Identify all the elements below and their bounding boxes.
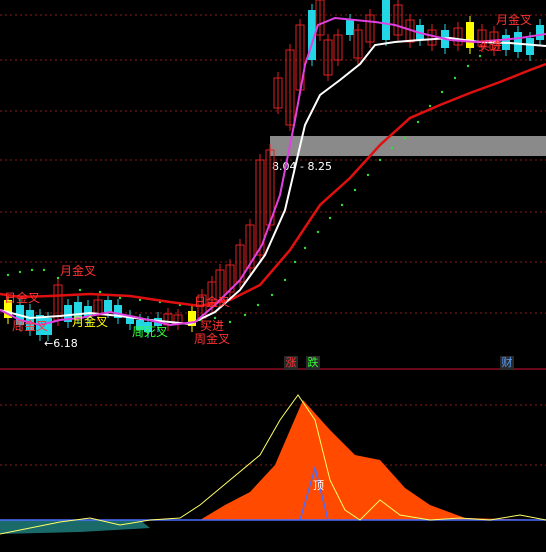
stop-dot: [440, 90, 444, 94]
candle[interactable]: [514, 32, 522, 52]
stop-dot: [56, 276, 60, 280]
signal-annotation: 日金叉: [194, 294, 230, 309]
candlesticks[interactable]: [4, 0, 544, 341]
stop-dot: [256, 303, 260, 307]
stop-dot: [228, 320, 232, 324]
signal-annotation: 买进: [478, 39, 502, 53]
stop-dot: [378, 158, 382, 162]
stop-dot: [316, 230, 320, 234]
stop-dot: [78, 288, 82, 292]
finance-tag[interactable]: 财: [500, 356, 514, 370]
candle[interactable]: [346, 20, 354, 35]
candle[interactable]: [382, 0, 390, 40]
signal-annotation: 周金叉: [194, 331, 230, 346]
stop-dot: [428, 104, 432, 108]
signal-annotation: 买进: [200, 319, 224, 333]
stop-dot: [283, 278, 287, 282]
stop-dot: [340, 203, 344, 207]
stop-dot: [390, 146, 394, 150]
stop-dot: [118, 296, 122, 300]
stop-dot: [138, 298, 142, 302]
stop-dot: [403, 136, 407, 140]
resistance-band: [270, 136, 546, 156]
down-tag[interactable]: 跌: [306, 356, 320, 370]
stop-dot: [6, 273, 10, 277]
low-price-marker: ←6.18: [44, 337, 78, 350]
stop-dot: [42, 268, 46, 272]
candle[interactable]: [536, 25, 544, 40]
stop-dot: [328, 216, 332, 220]
stop-dot: [270, 293, 274, 297]
ma-white-line: [0, 36, 546, 326]
signal-annotation: 月金叉: [60, 263, 96, 278]
stop-dot: [303, 246, 307, 250]
up-tag[interactable]: 涨: [284, 356, 298, 370]
signal-annotation: 月金叉: [72, 314, 108, 329]
candle[interactable]: [104, 300, 112, 312]
signal-annotation: 周死叉: [132, 325, 168, 339]
stop-dot: [293, 260, 297, 264]
stop-dot: [98, 290, 102, 294]
stock-chart[interactable]: 8.04 - 8.25 月金叉周金叉日金叉月金叉周死叉日金叉买进周金叉月金叉买进…: [0, 0, 546, 552]
stop-dot: [353, 188, 357, 192]
candle[interactable]: [526, 38, 534, 55]
signal-annotation: 日金叉: [4, 290, 40, 305]
stop-dot: [30, 268, 34, 272]
candle[interactable]: [466, 22, 474, 48]
stop-dot: [478, 54, 482, 58]
peak-label: 顶: [313, 479, 324, 492]
stop-dot: [466, 64, 470, 68]
indicator-area-low: [0, 520, 150, 534]
resistance-band-label: 8.04 - 8.25: [272, 160, 332, 173]
stop-dot: [366, 173, 370, 177]
signal-annotation: 月金叉: [496, 12, 532, 27]
stop-dot: [453, 76, 457, 80]
indicator-area: [0, 400, 546, 520]
stop-dot: [416, 120, 420, 124]
signal-annotation: 周金叉: [12, 318, 48, 333]
stop-dot: [18, 270, 22, 274]
signal-annotations: 月金叉周金叉日金叉月金叉周死叉日金叉买进周金叉月金叉买进: [4, 12, 532, 346]
stop-dot: [243, 313, 247, 317]
